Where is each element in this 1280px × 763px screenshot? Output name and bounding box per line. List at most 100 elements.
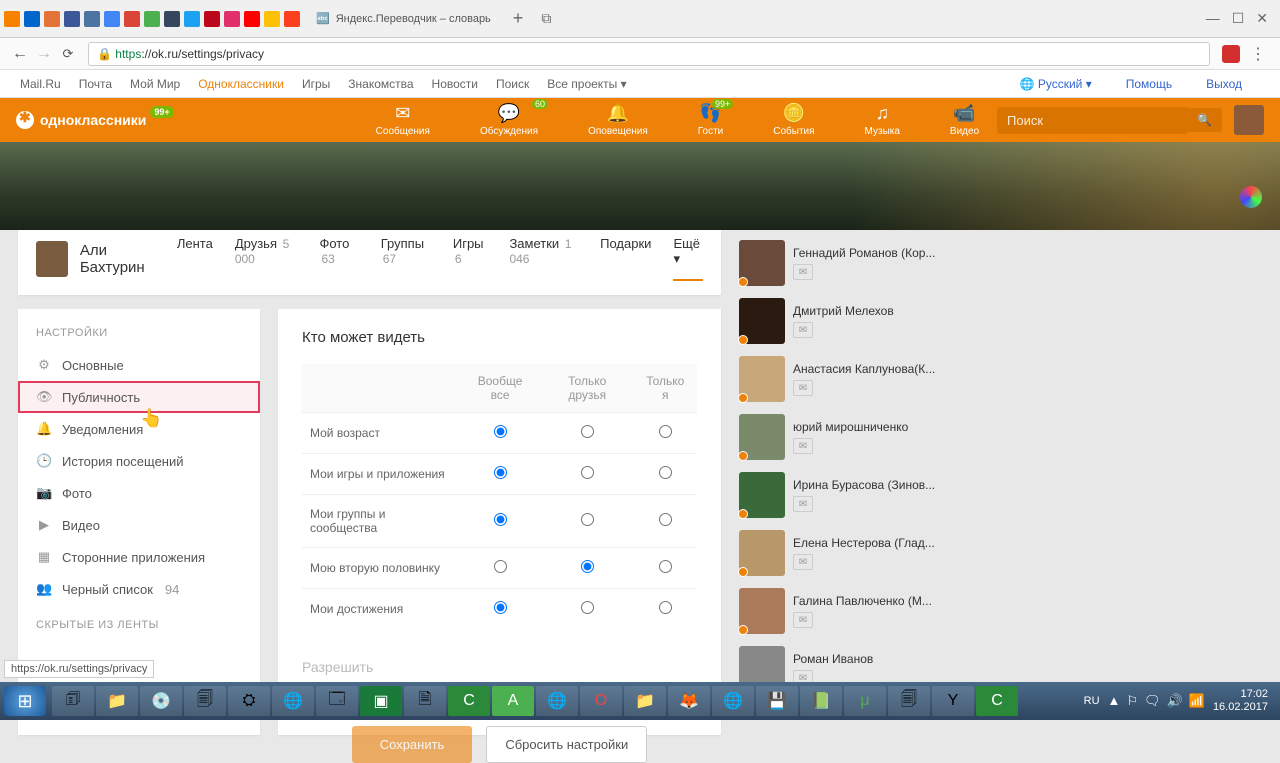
sidebar-item[interactable]: 👁Публичность (18, 381, 260, 413)
logout-link[interactable]: Выход (1206, 77, 1242, 91)
privacy-radio[interactable] (581, 425, 594, 438)
bookmark-icon[interactable] (4, 11, 20, 27)
privacy-radio[interactable] (659, 425, 672, 438)
friend-item[interactable]: Елена Нестерова (Глад...✉ (739, 530, 977, 576)
portal-link[interactable]: Mail.Ru (20, 77, 61, 91)
bookmark-icon[interactable] (224, 11, 240, 27)
maximize-button[interactable]: ☐ (1232, 10, 1245, 27)
sidebar-item[interactable]: ⚙Основные (18, 349, 260, 381)
taskbar-app-icon[interactable]: O (580, 686, 622, 716)
help-link[interactable]: Помощь (1126, 77, 1172, 91)
message-button[interactable]: ✉ (793, 438, 813, 454)
privacy-radio[interactable] (659, 601, 672, 614)
taskbar-app-icon[interactable]: 🗊 (52, 686, 94, 716)
taskbar-app-icon[interactable]: 🗐 (888, 686, 930, 716)
back-button[interactable]: ← (8, 45, 32, 63)
friend-avatar[interactable] (739, 472, 785, 518)
privacy-radio[interactable] (581, 513, 594, 526)
taskbar-app-icon[interactable]: ▣ (360, 686, 402, 716)
sidebar-item[interactable]: 📷Фото (18, 477, 260, 509)
taskbar-app-icon[interactable]: 📁 (624, 686, 666, 716)
new-tab-button[interactable]: + (513, 8, 524, 29)
profile-avatar[interactable] (36, 241, 68, 277)
taskbar-app-icon[interactable]: 🌐 (272, 686, 314, 716)
portal-link[interactable]: Одноклассники (198, 77, 284, 91)
bookmark-icon[interactable] (64, 11, 80, 27)
portal-link[interactable]: Новости (432, 77, 478, 91)
bookmark-icon[interactable] (44, 11, 60, 27)
close-button[interactable]: ✕ (1256, 10, 1268, 27)
address-bar[interactable]: 🔒 https://ok.ru/settings/privacy (88, 42, 1210, 66)
bookmark-icon[interactable] (164, 11, 180, 27)
search-button[interactable]: 🔍 (1187, 108, 1222, 132)
friend-avatar[interactable] (739, 530, 785, 576)
bookmark-icon[interactable] (144, 11, 160, 27)
reload-button[interactable]: ⟳ (56, 46, 80, 62)
taskbar-app-icon[interactable]: 🗎 (404, 686, 446, 716)
taskbar-app-icon[interactable]: 🗐 (184, 686, 226, 716)
bookmark-icon[interactable] (104, 11, 120, 27)
header-nav-item[interactable]: 📹Видео (950, 103, 979, 137)
site-logo[interactable]: одноклассники 99+ (16, 111, 176, 129)
tray-icon[interactable]: ⚐ (1126, 693, 1138, 709)
taskbar-clock[interactable]: 17:02 16.02.2017 (1213, 688, 1268, 714)
taskbar-app-icon[interactable]: 🦊 (668, 686, 710, 716)
taskbar-app-icon[interactable]: μ (844, 686, 886, 716)
bookmark-icon[interactable] (284, 11, 300, 27)
sidebar-item[interactable]: 🕒История посещений (18, 445, 260, 477)
taskbar-app-icon[interactable]: A (492, 686, 534, 716)
message-button[interactable]: ✉ (793, 380, 813, 396)
bookmark-icon[interactable] (24, 11, 40, 27)
message-button[interactable]: ✉ (793, 496, 813, 512)
privacy-radio[interactable] (581, 560, 594, 573)
header-nav-item[interactable]: 🔔Оповещения (588, 103, 648, 137)
portal-link[interactable]: Игры (302, 77, 330, 91)
minimize-button[interactable]: — (1206, 10, 1220, 27)
tray-icon[interactable]: 📶 (1189, 693, 1205, 709)
language-selector[interactable]: 🌐 Русский ▾ (1020, 77, 1092, 91)
message-button[interactable]: ✉ (793, 322, 813, 338)
bookmark-icon[interactable] (244, 11, 260, 27)
taskbar-app-icon[interactable]: ⛭ (228, 686, 270, 716)
portal-link[interactable]: Мой Мир (130, 77, 180, 91)
browser-menu-button[interactable]: ⋮ (1244, 44, 1272, 64)
friend-item[interactable]: Анастасия Каплунова(К...✉ (739, 356, 977, 402)
sidebar-item[interactable]: 👥Черный список 94 (18, 573, 260, 605)
bookmark-icon[interactable] (204, 11, 220, 27)
profile-tab[interactable]: Фото 63 (319, 236, 358, 281)
forward-button[interactable]: → (32, 45, 56, 63)
taskbar-app-icon[interactable]: C (448, 686, 490, 716)
profile-tab[interactable]: Друзья 5 000 (235, 236, 298, 281)
friend-item[interactable]: юрий мирошниченко✉ (739, 414, 977, 460)
start-button[interactable]: ⊞ (4, 686, 46, 716)
profile-tab[interactable]: Лента (177, 236, 213, 281)
save-button[interactable]: Сохранить (352, 726, 473, 763)
privacy-radio[interactable] (494, 466, 507, 479)
friend-item[interactable]: Галина Павлюченко (М...✉ (739, 588, 977, 634)
browser-tab[interactable]: 🔤 Яндекс.Переводчик – словарь (308, 8, 499, 29)
privacy-radio[interactable] (494, 425, 507, 438)
message-button[interactable]: ✉ (793, 612, 813, 628)
privacy-radio[interactable] (659, 466, 672, 479)
friend-item[interactable]: Дмитрий Мелехов✉ (739, 298, 977, 344)
friend-avatar[interactable] (739, 240, 785, 286)
tray-icon[interactable]: 🔊 (1167, 693, 1183, 709)
taskbar-app-icon[interactable]: 📁 (96, 686, 138, 716)
profile-tab[interactable]: Заметки 1 046 (509, 236, 578, 281)
search-input[interactable] (997, 107, 1187, 134)
friend-avatar[interactable] (739, 414, 785, 460)
message-button[interactable]: ✉ (793, 554, 813, 570)
taskbar-app-icon[interactable]: 💿 (140, 686, 182, 716)
portal-link[interactable]: Знакомства (348, 77, 413, 91)
sidebar-item[interactable]: ▦Сторонние приложения (18, 541, 260, 573)
privacy-radio[interactable] (494, 513, 507, 526)
portal-link[interactable]: Поиск (496, 77, 529, 91)
user-avatar[interactable] (1234, 105, 1264, 135)
privacy-radio[interactable] (581, 601, 594, 614)
taskbar-app-icon[interactable]: 💾 (756, 686, 798, 716)
taskbar-app-icon[interactable]: 🌐 (536, 686, 578, 716)
taskbar-app-icon[interactable]: C (976, 686, 1018, 716)
header-nav-item[interactable]: ♫Музыка (865, 103, 900, 137)
friend-avatar[interactable] (739, 588, 785, 634)
extension-icon[interactable] (1222, 45, 1240, 63)
